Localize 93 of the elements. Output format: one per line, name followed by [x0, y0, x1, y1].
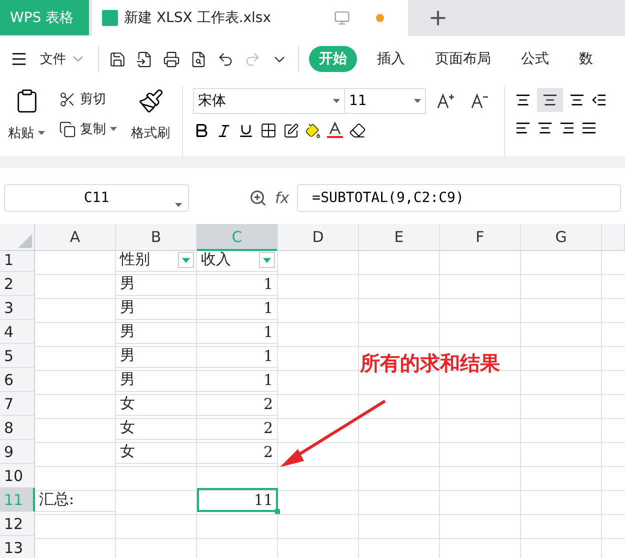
cell-style-icon[interactable]	[283, 122, 299, 138]
table-cell: 男	[116, 368, 197, 392]
underline-icon[interactable]	[238, 122, 254, 138]
copy-icon	[59, 120, 76, 138]
font-size-select[interactable]: 11	[344, 88, 426, 114]
row-header[interactable]: 2	[0, 272, 35, 296]
row-header[interactable]: 6	[0, 368, 35, 392]
row-header[interactable]: 13	[0, 536, 35, 558]
row-header[interactable]: 3	[0, 296, 35, 320]
print-icon[interactable]	[163, 50, 180, 68]
table-cell: 女	[116, 416, 197, 440]
outdent-icon[interactable]	[591, 92, 607, 108]
table-cell: 1	[197, 296, 278, 320]
align-left-icon[interactable]	[515, 120, 531, 136]
menu-icon[interactable]	[10, 50, 28, 68]
table-cell: 1	[197, 272, 278, 296]
table-cell: 2	[197, 440, 278, 464]
formula-field[interactable]: =SUBTOTAL(9,C2:C9)	[297, 184, 621, 212]
justify-icon[interactable]	[581, 120, 597, 136]
table-cell: 男	[116, 296, 197, 320]
caret-icon	[263, 258, 271, 262]
align-top-icon[interactable]	[515, 92, 531, 108]
copy-button[interactable]: 复制	[57, 118, 119, 140]
table-cell: 女	[116, 440, 197, 464]
row-header[interactable]: 12	[0, 512, 35, 536]
table-cell: 1	[197, 344, 278, 368]
caret-icon	[175, 203, 182, 208]
table-cell: 女	[116, 392, 197, 416]
cut-button[interactable]: 剪切	[57, 88, 108, 110]
table-cell: 性别	[116, 248, 197, 272]
align-middle-button[interactable]	[537, 88, 563, 112]
function-label[interactable]: fx	[275, 189, 290, 207]
paste-button[interactable]: 粘贴	[6, 122, 47, 144]
caret-icon	[333, 98, 340, 104]
row-header[interactable]: 4	[0, 320, 35, 344]
table-cell: 1	[197, 320, 278, 344]
font-color-icon[interactable]	[327, 122, 343, 139]
save-icon[interactable]	[109, 50, 126, 68]
align-right-icon[interactable]	[559, 120, 575, 136]
scissors-icon	[59, 90, 76, 108]
undo-icon[interactable]	[217, 50, 234, 68]
table-cell: 男	[116, 320, 197, 344]
name-box[interactable]: C11	[4, 184, 189, 212]
ribbon-tab[interactable]: 插入	[367, 46, 415, 72]
document-tab[interactable]: 新建 XLSX 工作表.xlsx	[92, 0, 408, 36]
table-cell: 2	[197, 392, 278, 416]
eraser-icon[interactable]	[349, 122, 366, 139]
table-cell: 男	[116, 344, 197, 368]
shrink-font-icon	[471, 93, 489, 109]
font-name-select[interactable]: 宋体	[193, 88, 345, 114]
align-center-icon[interactable]	[537, 120, 553, 136]
column-header[interactable]: F	[440, 224, 521, 251]
caret-icon	[414, 98, 421, 104]
column-header[interactable]: B	[116, 224, 197, 251]
row-header[interactable]: 5	[0, 344, 35, 368]
format-painter-button[interactable]: 格式刷	[129, 122, 172, 144]
ribbon-tab[interactable]: 公式	[511, 46, 559, 72]
table-cell: 11	[197, 488, 278, 512]
triangle-icon	[18, 234, 32, 248]
table-cell: 男	[116, 272, 197, 296]
annotation-text: 所有的求和结果	[360, 350, 500, 377]
zoom-icon[interactable]	[249, 189, 267, 207]
table-cell: 汇总:	[35, 488, 116, 512]
ribbon-tab[interactable]: 页面布局	[425, 46, 501, 72]
column-header[interactable]: A	[35, 224, 116, 251]
file-menu[interactable]: 文件	[38, 48, 88, 70]
column-header[interactable]: G	[521, 224, 602, 251]
row-header[interactable]: 8	[0, 416, 35, 440]
align-bottom-icon[interactable]	[569, 92, 585, 108]
spreadsheet-icon	[102, 10, 118, 26]
row-header[interactable]: 10	[0, 464, 35, 488]
row-header[interactable]: 9	[0, 440, 35, 464]
table-cell: 1	[197, 368, 278, 392]
fill-color-icon[interactable]	[305, 122, 321, 138]
ribbon-tab[interactable]: 数	[569, 46, 603, 72]
borders-icon[interactable]	[260, 122, 277, 139]
format-painter-icon[interactable]	[138, 88, 164, 114]
caret-icon	[110, 126, 117, 132]
fill-handle[interactable]	[275, 509, 280, 514]
column-header[interactable]: E	[359, 224, 440, 251]
filter-button[interactable]	[178, 252, 194, 268]
italic-icon[interactable]	[216, 122, 232, 138]
column-header[interactable]: D	[278, 224, 359, 251]
table-cell: 2	[197, 416, 278, 440]
caret-icon	[182, 258, 190, 262]
export-icon[interactable]	[136, 50, 153, 68]
grow-font-icon	[437, 93, 455, 109]
row-header[interactable]: 7	[0, 392, 35, 416]
table-cell: 收入	[197, 248, 278, 272]
caret-icon	[38, 130, 45, 136]
filter-button[interactable]	[259, 252, 275, 268]
print-preview-icon[interactable]	[190, 50, 207, 68]
align-middle-icon	[542, 92, 558, 108]
